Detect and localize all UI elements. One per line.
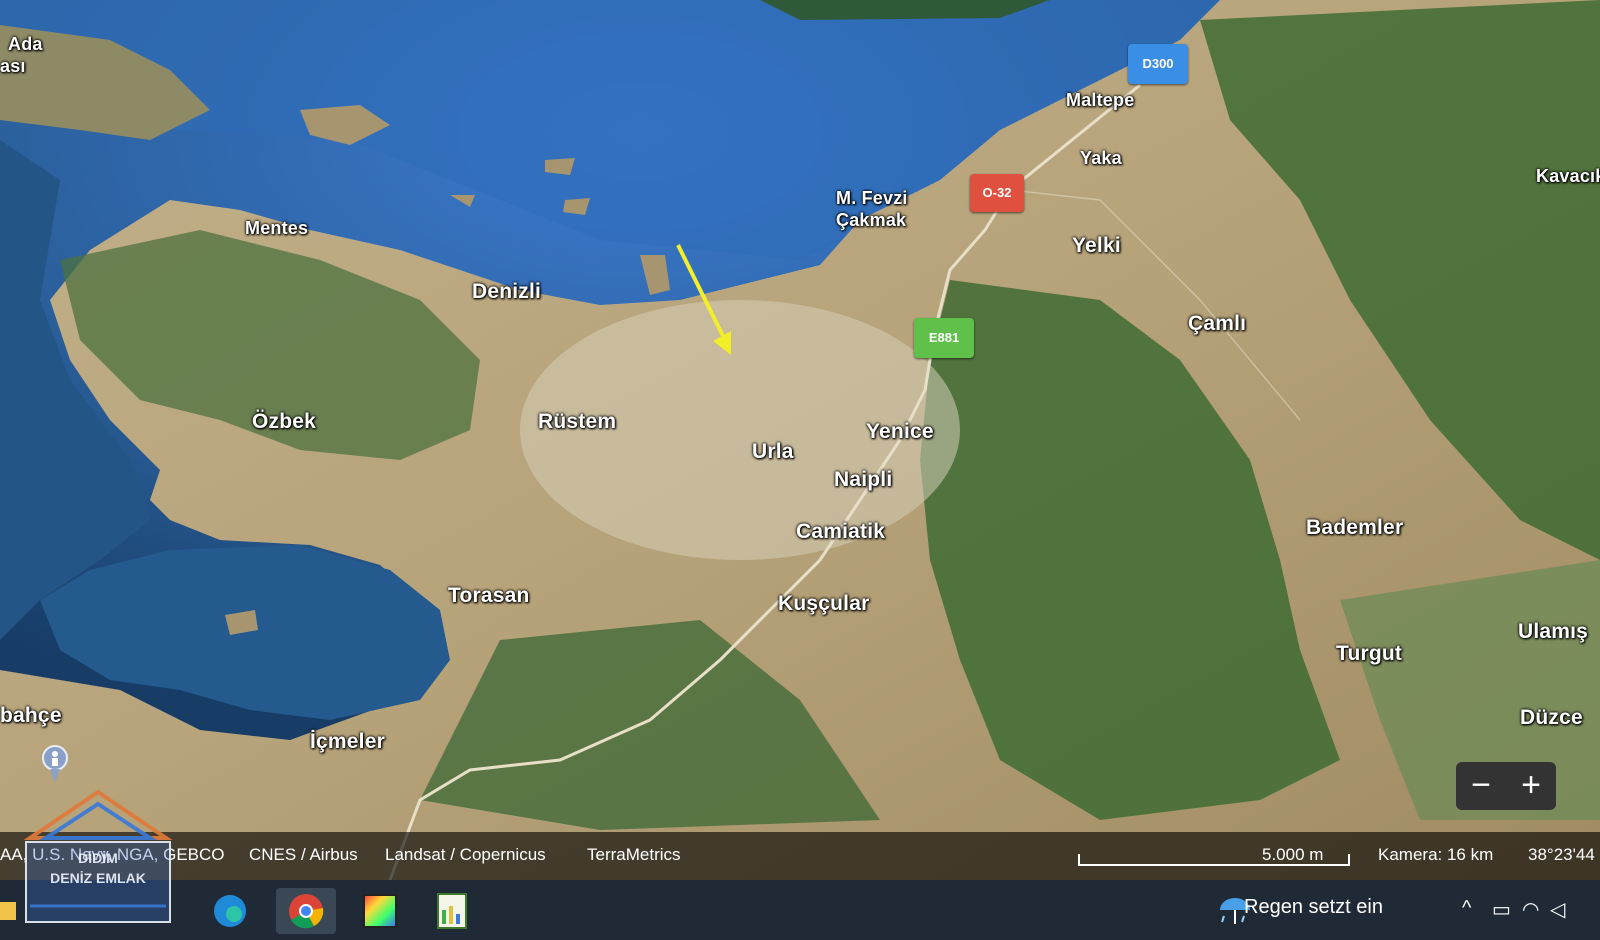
place-label: Ulamış (1518, 620, 1589, 643)
zoom-control: − + (1456, 762, 1556, 810)
place-label: Kavacık (1536, 166, 1600, 186)
battery-icon[interactable]: ▭ (1492, 897, 1511, 922)
paint-icon[interactable] (350, 888, 410, 934)
zoom-in-button[interactable]: + (1506, 762, 1556, 810)
watermark-logo: DİDİM DENİZ EMLAK (16, 786, 180, 928)
place-label: Düzce (1520, 706, 1583, 729)
place-label: Ada (8, 34, 43, 54)
place-label: İçmeler (310, 730, 385, 753)
road-shield-e881: E881 (914, 318, 974, 358)
place-label: Yaka (1080, 148, 1122, 168)
place-label: Turgut (1336, 642, 1403, 665)
map-view[interactable]: Ada ası Mentes Denizli Özbek Rüstem Urla… (0, 0, 1600, 880)
edge-icon[interactable] (200, 888, 260, 934)
watermark-line1: DİDİM (78, 850, 118, 866)
chrome-icon[interactable] (276, 888, 336, 934)
place-label: Yenice (866, 420, 934, 443)
camera-altitude: Kamera: 16 km (1378, 845, 1494, 864)
place-label: bahçe (0, 704, 62, 727)
place-label: Bademler (1306, 516, 1404, 539)
weather-text[interactable]: Regen setzt ein (1244, 896, 1383, 926)
place-label: Maltepe (1066, 90, 1135, 110)
road-shield-d300: D300 (1128, 44, 1188, 84)
street-view-pegman-icon[interactable] (40, 745, 70, 785)
place-label: M. Fevzi (836, 188, 908, 208)
speaker-muted-icon[interactable]: ◁ (1550, 897, 1565, 922)
attribution-cnes[interactable]: CNES / Airbus (249, 845, 358, 865)
place-label: Özbek (252, 410, 317, 433)
place-label: Torasan (448, 584, 530, 607)
place-label: Kuşçular (778, 592, 870, 615)
chevron-up-icon[interactable]: ^ (1462, 897, 1471, 920)
coordinates: 38°23'44 (1528, 845, 1595, 864)
place-label: Naipli (834, 468, 893, 491)
watermark-line2: DENİZ EMLAK (50, 870, 146, 886)
road-shield-o32: O-32 (970, 174, 1024, 212)
place-label: Yelki (1072, 234, 1121, 257)
zoom-out-button[interactable]: − (1456, 762, 1506, 810)
place-label: Çakmak (836, 210, 907, 230)
satellite-imagery (0, 0, 1600, 880)
place-label: Çamlı (1188, 312, 1247, 335)
place-label: Denizli (472, 280, 542, 303)
attribution-bar: AA, U.S. Navy, NGA, GEBCO CNES / Airbus … (0, 832, 1600, 880)
place-label: ası (0, 56, 26, 76)
attribution-terrametrics[interactable]: TerraMetrics (587, 845, 681, 865)
attribution-landsat[interactable]: Landsat / Copernicus (385, 845, 546, 865)
place-label: Camiatik (796, 520, 886, 543)
scale-label: 5.000 m (1262, 845, 1324, 864)
wifi-icon[interactable]: ◠ (1522, 897, 1539, 922)
place-label: Mentes (245, 218, 309, 238)
notepad-icon[interactable] (422, 888, 482, 934)
place-label: Rüstem (538, 410, 617, 433)
place-label: Urla (752, 440, 794, 463)
